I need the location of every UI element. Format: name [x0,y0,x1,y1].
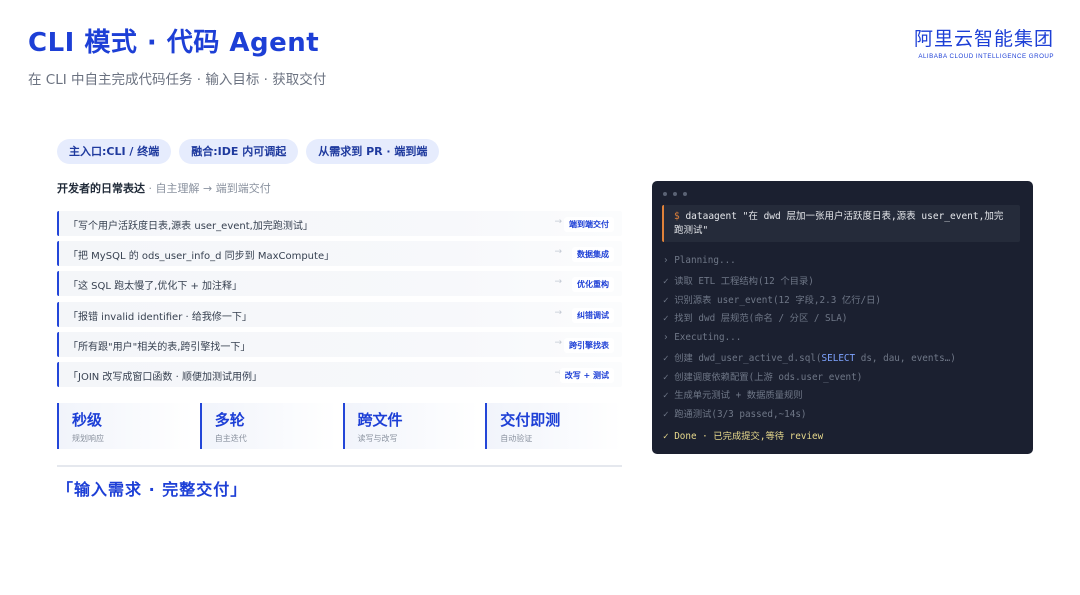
terminal-executing: › Executing... [663,332,742,343]
terminal-line: ✓ 创建调度依赖配置(上游 ods.user_event) [663,372,863,383]
terminal-line-pre: ✓ 创建 dwd_user_active_d.sql( [663,353,822,364]
terminal-line: ✓ 跑通测试(3/3 passed,~14s) [663,409,807,420]
stat-title: 秒级 [72,411,103,429]
request-item: 「报错 invalid identifier · 给我修一下」 → 纠错调试 [57,301,622,327]
tag-ide-fusion: 融合:IDE 内可调起 [179,139,299,164]
stat-title: 跨文件 [357,411,403,429]
request-text: 「所有跟"用户"相关的表,跨引擎找一下」 [68,341,251,353]
stat-subtitle: 自动验证 [500,434,533,443]
request-item: 「JOIN 改写成窗口函数 · 顺便加测试用例」 → 改写 + 测试 [57,361,622,387]
terminal-keyword: SELECT [821,353,856,364]
request-text: 「把 MySQL 的 ods_user_info_d 同步到 MaxComput… [68,251,335,263]
arrow-right-icon: → [554,307,562,318]
page-title: CLI 模式 · 代码 Agent [28,28,320,58]
tag-cli-entry: 主入口:CLI / 终端 [57,139,172,164]
window-dot-icon [683,192,687,196]
terminal-line: ✓ 读取 ETL 工程结构(12 个目录) [663,276,814,287]
request-text: 「这 SQL 跑太慢了,优化下 + 加注释」 [68,281,243,293]
request-badge: 纠错调试 [572,307,614,323]
request-badge: 跨引擎找表 [564,337,614,353]
request-item: 「这 SQL 跑太慢了,优化下 + 加注释」 → 优化重构 [57,271,622,297]
divider [57,465,622,467]
arrow-right-icon: → [554,217,562,227]
request-item: 「所有跟"用户"相关的表,跨引擎找一下」 → 跨引擎找表 [57,331,622,357]
terminal-command-text: dataagent "在 dwd 层加一张用户活跃度日表,源表 user_eve… [674,211,1004,236]
section-label-note: · 自主理解 → 端到端交付 [145,182,271,195]
stat-title: 交付即测 [500,411,561,429]
stat-subtitle: 规划响应 [72,434,104,443]
tagline: 「输入需求 · 完整交付」 [57,480,248,499]
stat-card: 多轮 自主迭代 [199,403,337,449]
stat-card: 秒级 规划响应 [57,403,194,449]
request-badge: 数据集成 [572,247,614,263]
request-text: 「JOIN 改写成窗口函数 · 顺便加测试用例」 [68,371,262,383]
logo-en-text: ALIBABA CLOUD INTELLIGENCE GROUP [918,53,1054,60]
terminal-line-post: ds, dau, events…) [855,353,956,364]
stat-card: 交付即测 自动验证 [485,403,622,449]
terminal-window: $ dataagent "在 dwd 层加一张用户活跃度日表,源表 user_e… [652,181,1033,454]
terminal-line: ✓ 创建 dwd_user_active_d.sql(SELECT ds, da… [663,350,956,364]
page-subtitle: 在 CLI 中自主完成代码任务 · 输入目标 · 获取交付 [28,72,327,88]
arrow-right-icon: → [554,247,562,258]
request-text: 「报错 invalid identifier · 给我修一下」 [68,311,252,323]
request-badge: 改写 + 测试 [559,367,614,383]
arrow-right-icon: → [554,337,562,348]
terminal-line: ✓ 生成单元测试 + 数据质量规则 [663,390,803,401]
request-badge: 优化重构 [572,277,614,293]
terminal-line: ✓ 找到 dwd 层规范(命名 / 分区 / SLA) [663,313,848,324]
request-item: 「写个用户活跃度日表,源表 user_event,加完跑测试」 → 端到端交付 [57,211,622,236]
terminal-planning: › Planning... [663,255,736,266]
tag-row: 主入口:CLI / 终端 融合:IDE 内可调起 从需求到 PR · 端到端 [57,139,440,164]
window-dot-icon [663,192,667,196]
terminal-line: ✓ 识别源表 user_event(12 字段,2.3 亿行/日) [663,295,882,306]
stat-subtitle: 自主迭代 [214,434,247,443]
stat-card: 跨文件 读写与改写 [342,403,480,449]
window-controls [663,192,687,196]
tag-end-to-end: 从需求到 PR · 端到端 [306,139,440,164]
arrow-right-icon: → [554,277,562,288]
stats-row: 秒级 规划响应 多轮 自主迭代 跨文件 读写与改写 交付即测 自动验证 [57,403,622,449]
stat-subtitle: 读写与改写 [357,434,398,443]
company-logo: 阿里云智能集团 ALIBABA CLOUD INTELLIGENCE GROUP [914,24,1054,60]
section-label-strong: 开发者的日常表达 [57,182,145,195]
window-dot-icon [673,192,677,196]
request-badge: 端到端交付 [564,217,614,232]
request-text: 「写个用户活跃度日表,源表 user_event,加完跑测试」 [68,221,313,232]
request-list: 「写个用户活跃度日表,源表 user_event,加完跑测试」 → 端到端交付 … [57,211,622,392]
request-item: 「把 MySQL 的 ods_user_info_d 同步到 MaxComput… [57,241,622,267]
terminal-command: $ dataagent "在 dwd 层加一张用户活跃度日表,源表 user_e… [662,205,1020,242]
stat-title: 多轮 [214,411,245,429]
logo-cn-text: 阿里云智能集团 [914,28,1055,50]
terminal-done: ✓ Done · 已完成提交,等待 review [663,431,824,442]
section-label: 开发者的日常表达 · 自主理解 → 端到端交付 [57,180,271,196]
